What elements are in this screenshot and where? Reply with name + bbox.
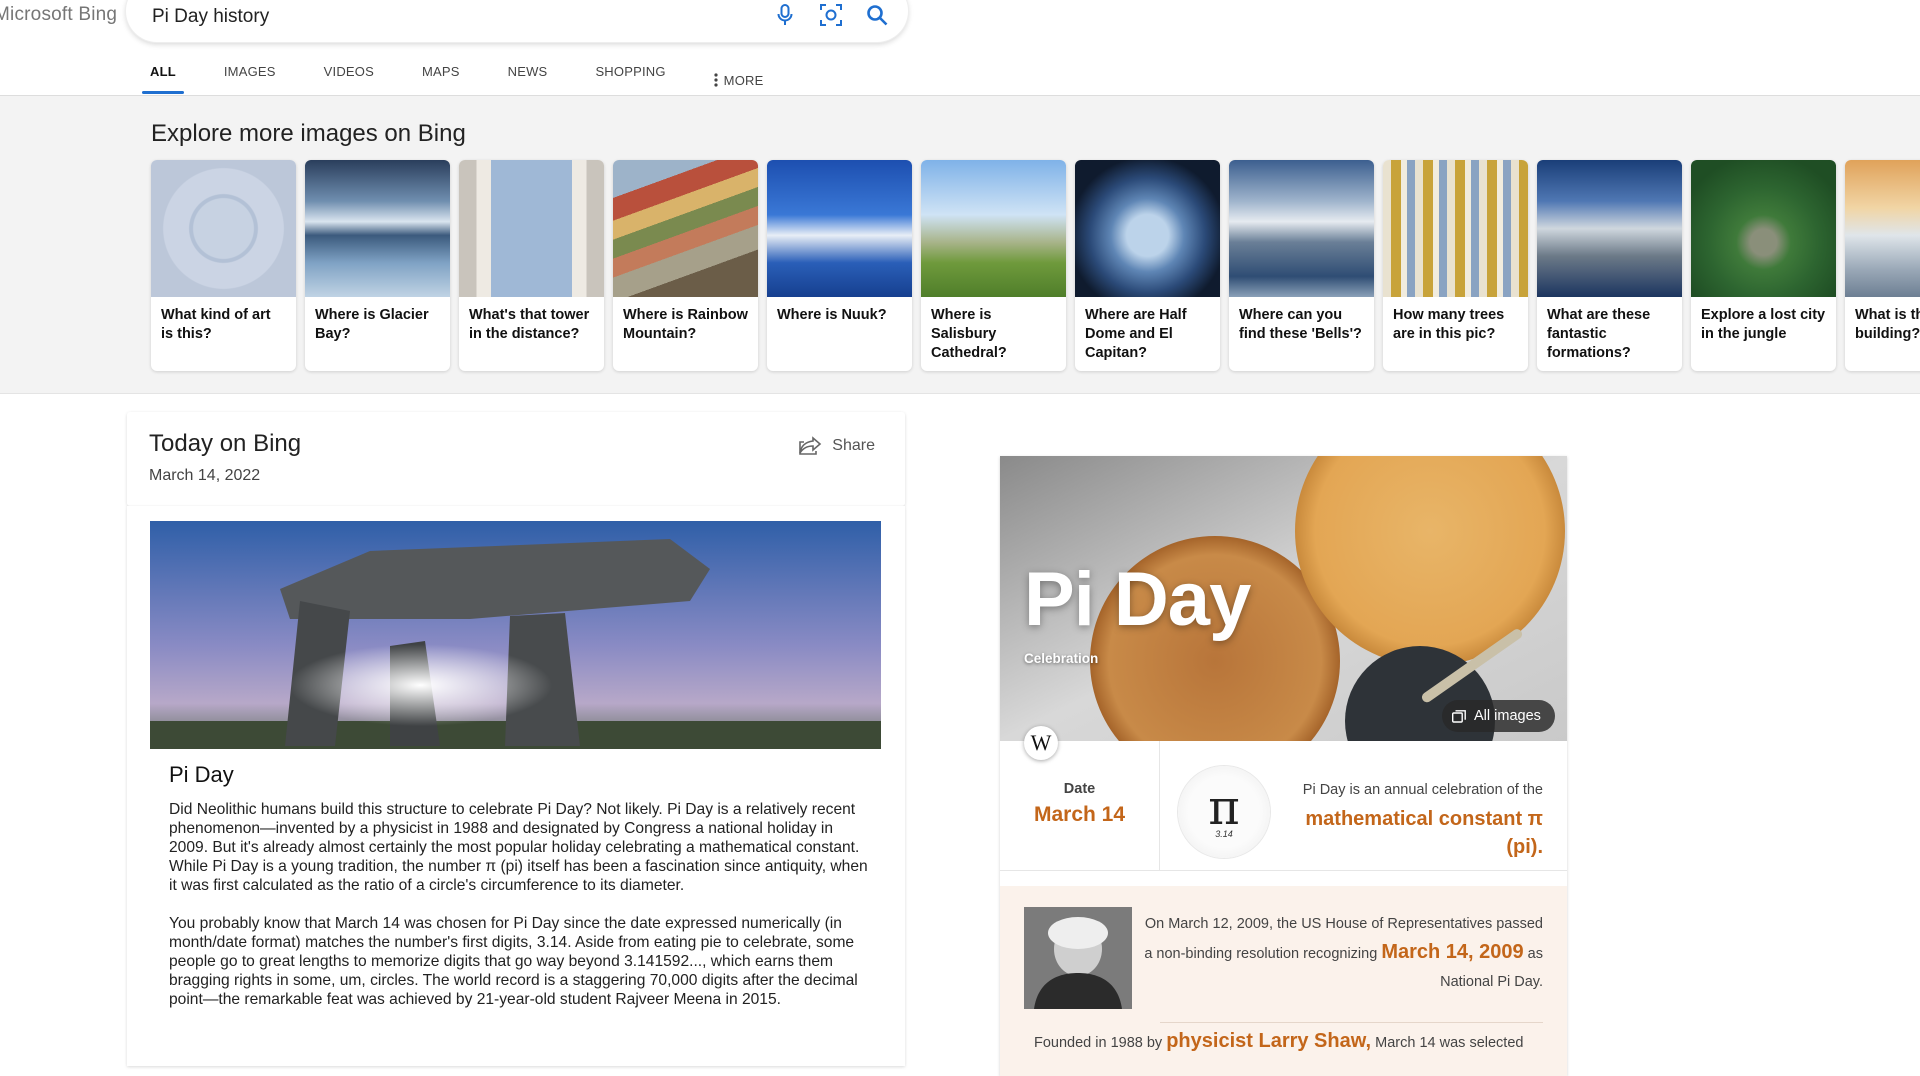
image-card-art[interactable]: What kind of art is this? [151,160,296,371]
card-image [459,160,604,297]
card-image [1691,160,1836,297]
card-image [1845,160,1920,297]
kp-title: Pi Day [1024,557,1251,642]
march-14-2009-link[interactable]: March 14, 2009 [1381,941,1523,963]
image-card-formations[interactable]: What are these fantastic formations? [1537,160,1682,371]
card-caption: Explore a lost city in the jungle [1701,307,1826,342]
card-image [1075,160,1220,297]
explore-title: Explore more images on Bing [151,120,466,147]
dolmen-hero-image[interactable] [150,521,881,749]
today-article-card: Pi Day Did Neolithic humans build this s… [127,506,905,1066]
card-image [767,160,912,297]
bing-logo[interactable]: Microsoft Bing [0,4,117,26]
card-caption: Where is Nuuk? [777,307,887,323]
knowledge-panel: Pi Day Celebration All images W Date Mar… [1000,456,1567,1076]
card-image [151,160,296,297]
date-value[interactable]: March 14 [1000,803,1159,827]
kp-facts-section: On March 12, 2009, the US House of Repre… [1000,886,1567,1076]
image-card-building[interactable]: What is this building? [1845,160,1920,371]
article-body: Did Neolithic humans build this structur… [169,800,869,1009]
search-input[interactable]: Pi Day history [152,6,269,28]
fact-resolution: On March 12, 2009, the US House of Repre… [1143,910,1543,996]
card-caption: What is this building? [1855,307,1920,342]
all-images-label: All images [1474,708,1541,724]
image-card-rainbow-mountain[interactable]: Where is Rainbow Mountain? [613,160,758,371]
pi-glyph: π [1208,780,1240,836]
tab-images[interactable]: IMAGES [224,62,276,96]
images-icon [1452,709,1466,723]
image-card-trees[interactable]: How many trees are in this pic? [1383,160,1528,371]
card-caption: Where is Glacier Bay? [315,307,429,342]
card-caption: Where is Salisbury Cathedral? [931,307,1007,361]
image-card-bells[interactable]: Where can you find these 'Bells'? [1229,160,1374,371]
kp-subtitle: Celebration [1024,651,1099,666]
card-image [921,160,1066,297]
share-button[interactable]: Share [798,436,875,456]
card-image [1537,160,1682,297]
today-title: Today on Bing [149,430,302,457]
image-card-tower[interactable]: What's that tower in the distance? [459,160,604,371]
pi-value: 3.14 [1215,829,1233,839]
mathematical-constant-link[interactable]: mathematical constant π (pi). [1273,805,1543,861]
kp-description: Pi Day is an annual celebration of the m… [1273,781,1543,861]
card-image [1383,160,1528,297]
tab-more-label: MORE [723,72,764,88]
date-fact: Date March 14 [1000,741,1160,871]
tab-all[interactable]: ALL [142,62,184,96]
tab-news[interactable]: NEWS [508,62,548,96]
image-card-nuuk[interactable]: Where is Nuuk? [767,160,912,371]
card-caption: What are these fantastic formations? [1547,307,1651,361]
image-card-salisbury[interactable]: Where is Salisbury Cathedral? [921,160,1066,371]
search-tabs: ALL IMAGES VIDEOS MAPS NEWS SHOPPING MOR… [142,62,811,96]
article-paragraph: Did Neolithic humans build this structur… [169,801,868,894]
card-image [305,160,450,297]
fact-founder-text: Founded in 1988 by [1034,1035,1163,1051]
explore-images-section: Explore more images on Bing What kind of… [0,96,1920,394]
all-images-button[interactable]: All images [1442,700,1555,732]
kp-description-text: Pi Day is an annual celebration of the [1302,782,1543,798]
article-title: Pi Day [169,762,234,787]
tab-maps[interactable]: MAPS [422,62,460,96]
kp-facts-row: Date March 14 π 3.14 Pi Day is an annual… [1000,741,1567,871]
card-caption: How many trees are in this pic? [1393,307,1505,342]
card-caption: Where can you find these 'Bells'? [1239,307,1362,342]
fact-divider [1160,1022,1543,1023]
share-icon [799,436,822,455]
card-image [613,160,758,297]
today-on-bing-header: Today on Bing March 14, 2022 Share [127,412,905,506]
image-card-half-dome[interactable]: Where are Half Dome and El Capitan? [1075,160,1220,371]
visual-search-icon[interactable] [818,2,844,28]
pi-symbol-icon: π 3.14 [1178,766,1270,858]
image-card-lost-city[interactable]: Explore a lost city in the jungle [1691,160,1836,371]
image-card-glacier-bay[interactable]: Where is Glacier Bay? [305,160,450,371]
larry-shaw-link[interactable]: physicist Larry Shaw, [1166,1030,1371,1052]
card-caption: Where is Rainbow Mountain? [623,307,748,342]
date-label: Date [1063,781,1096,797]
article-paragraph: You probably know that March 14 was chos… [169,915,858,1008]
microphone-icon[interactable] [772,2,798,28]
pi-day-hero-image[interactable]: Pi Day Celebration All images W [1000,456,1567,760]
card-image [1229,160,1374,297]
tab-shopping[interactable]: SHOPPING [595,62,665,96]
tab-more[interactable]: MORE [714,62,764,96]
more-vertical-icon [714,73,718,87]
share-label: Share [832,437,875,454]
today-date: March 14, 2022 [149,467,261,484]
search-box[interactable]: Pi Day history [126,0,908,42]
fact-founder-suffix: March 14 was selected [1375,1035,1524,1051]
card-caption: Where are Half Dome and El Capitan? [1085,307,1187,361]
card-caption: What kind of art is this? [161,307,271,342]
card-caption: What's that tower in the distance? [469,307,590,342]
search-icon[interactable] [864,2,890,28]
tab-videos[interactable]: VIDEOS [324,62,374,96]
portrait-image[interactable] [1024,907,1132,1009]
